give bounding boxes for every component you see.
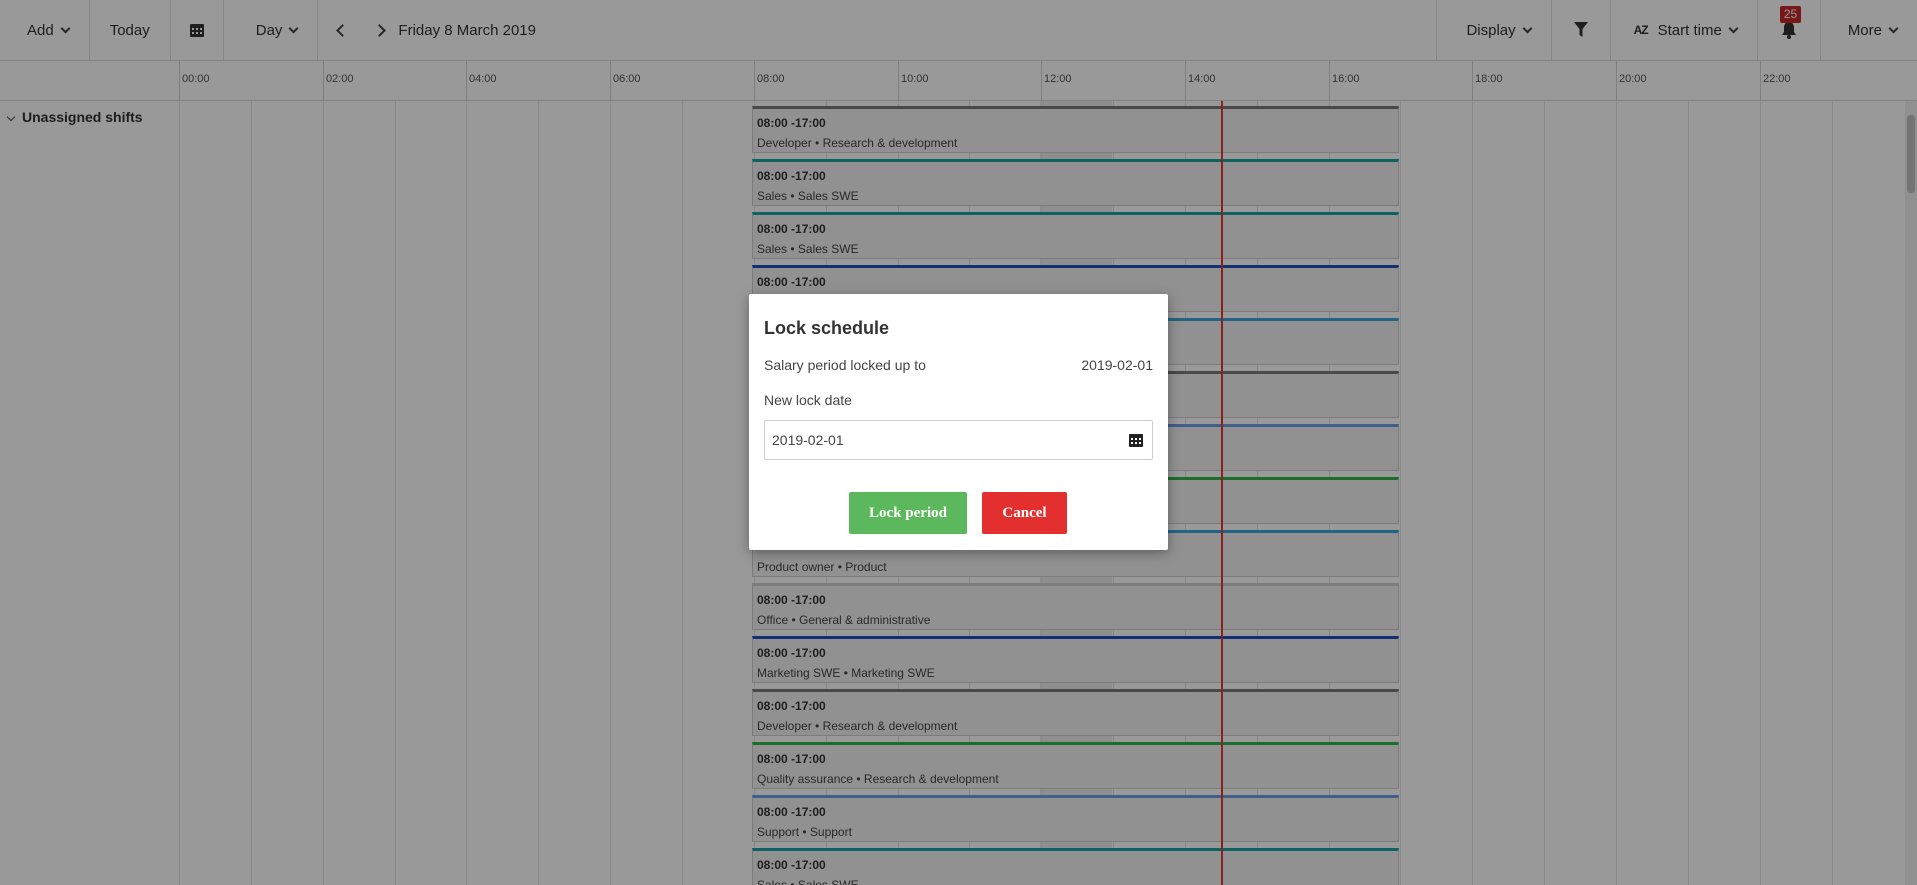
new-lock-date-label: New lock date xyxy=(764,392,852,408)
dialog-title: Lock schedule xyxy=(764,318,890,338)
calendar-icon[interactable] xyxy=(1128,432,1144,448)
cancel-button[interactable]: Cancel xyxy=(982,492,1067,534)
lock-schedule-dialog: Lock schedule Salary period locked up to… xyxy=(749,294,1168,550)
lock-period-button[interactable]: Lock period xyxy=(849,492,967,534)
new-lock-date-input[interactable] xyxy=(764,420,1153,460)
locked-period-label: Salary period locked up to xyxy=(764,357,926,373)
locked-period-value: 2019-02-01 xyxy=(1081,357,1153,373)
